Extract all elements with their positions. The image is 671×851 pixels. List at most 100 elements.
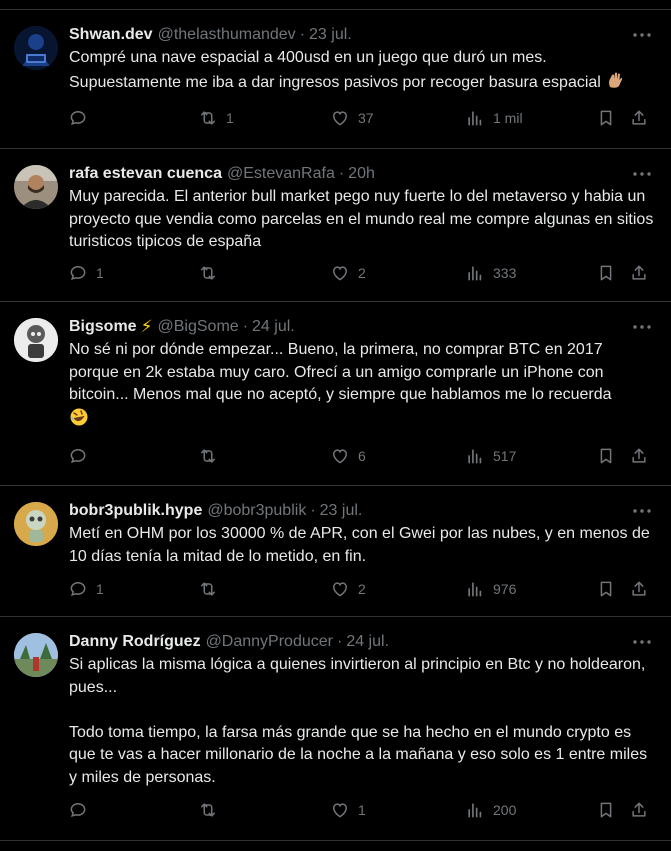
waving-hand-emoji-icon: [605, 70, 625, 98]
heart-icon: [332, 582, 348, 597]
retweet-button[interactable]: 1: [198, 107, 234, 129]
avatar-character-image: [14, 318, 58, 362]
avatar[interactable]: [14, 502, 58, 546]
user-handle[interactable]: @bobr3publik: [207, 500, 306, 522]
tweet-text-content: Compré una nave espacial a 400usd en un …: [69, 49, 601, 91]
like-count: 2: [358, 265, 366, 281]
views-button[interactable]: 517: [465, 445, 516, 467]
avatar[interactable]: [14, 318, 58, 362]
like-button[interactable]: 37: [330, 107, 374, 129]
views-chart-icon: [468, 266, 482, 281]
like-count: 6: [358, 448, 366, 464]
more-options-icon[interactable]: [633, 639, 651, 645]
reply-feed: Shwan.dev @thelasthumandev · 23 jul. Com…: [0, 9, 671, 841]
like-count: 1: [358, 802, 366, 818]
share-button[interactable]: [629, 799, 649, 821]
retweet-button[interactable]: [198, 262, 226, 284]
like-count: 2: [358, 581, 366, 597]
bookmark-button[interactable]: [596, 445, 616, 467]
avatar[interactable]: [14, 165, 58, 209]
avatar[interactable]: [14, 26, 58, 70]
avatar-man-photo-image: [14, 165, 58, 209]
reply-icon: [70, 581, 86, 596]
user-handle[interactable]: @BigSome: [158, 316, 239, 338]
view-count: 517: [493, 448, 517, 464]
bookmark-icon: [600, 110, 612, 126]
retweet-button[interactable]: [198, 445, 226, 467]
rolling-laughing-emoji-icon: [69, 407, 89, 435]
views-chart-icon: [468, 582, 482, 597]
bookmark-icon: [600, 581, 612, 597]
views-button[interactable]: 976: [465, 578, 516, 600]
avatar-cartoon-image: [14, 502, 58, 546]
like-button[interactable]: 2: [330, 262, 366, 284]
timestamp[interactable]: 24 jul.: [346, 631, 389, 653]
view-count: 1 mil: [493, 110, 523, 126]
lightning-badge-icon: ⚡: [140, 317, 153, 336]
share-icon: [632, 110, 646, 125]
more-options-icon[interactable]: [633, 32, 651, 38]
user-handle[interactable]: @DannyProducer: [206, 631, 333, 653]
view-count: 200: [493, 802, 517, 818]
bookmark-button[interactable]: [596, 799, 616, 821]
user-handle[interactable]: @thelasthumandev: [158, 24, 296, 46]
tweet[interactable]: rafa estevan cuenca @EstevanRafa · 20h M…: [0, 149, 671, 302]
display-name[interactable]: bobr3publik.hype: [69, 500, 202, 522]
retweet-button[interactable]: [198, 578, 226, 600]
tweet-text: No sé ni por dónde empezar... Bueno, la …: [69, 339, 655, 434]
bookmark-button[interactable]: [596, 578, 616, 600]
tweet-text: Si aplicas la misma lógica a quienes inv…: [69, 656, 648, 786]
user-handle[interactable]: @EstevanRafa: [227, 163, 335, 185]
display-name[interactable]: Danny Rodríguez: [69, 631, 201, 653]
tweet[interactable]: bobr3publik.hype @bobr3publik · 23 jul. …: [0, 486, 671, 617]
reply-button[interactable]: 1: [68, 262, 104, 284]
share-icon: [632, 581, 646, 596]
bookmark-icon: [600, 448, 612, 464]
heart-icon: [332, 266, 348, 281]
like-button[interactable]: 2: [330, 578, 366, 600]
tweet[interactable]: Shwan.dev @thelasthumandev · 23 jul. Com…: [0, 9, 671, 149]
avatar[interactable]: [14, 633, 58, 677]
share-button[interactable]: [629, 107, 649, 129]
reply-count: 1: [96, 581, 104, 597]
more-options-icon[interactable]: [633, 324, 651, 330]
timestamp[interactable]: 23 jul.: [320, 500, 363, 522]
display-name[interactable]: Shwan.dev: [69, 24, 153, 46]
like-button[interactable]: 6: [330, 445, 366, 467]
more-options-icon[interactable]: [633, 508, 651, 514]
views-button[interactable]: 1 mil: [465, 107, 523, 129]
reply-button[interactable]: [68, 107, 96, 129]
like-button[interactable]: 1: [330, 799, 366, 821]
retweet-button[interactable]: [198, 799, 226, 821]
timestamp[interactable]: 23 jul.: [309, 24, 352, 46]
share-button[interactable]: [629, 445, 649, 467]
retweet-icon: [201, 582, 215, 596]
heart-icon: [332, 111, 348, 126]
display-name[interactable]: rafa estevan cuenca: [69, 163, 222, 185]
share-button[interactable]: [629, 578, 649, 600]
share-icon: [632, 448, 646, 463]
view-count: 333: [493, 265, 517, 281]
bookmark-button[interactable]: [596, 107, 616, 129]
timestamp[interactable]: 20h: [348, 163, 375, 185]
avatar-landscape-image: [14, 633, 58, 677]
timestamp[interactable]: 24 jul.: [252, 316, 295, 338]
share-button[interactable]: [629, 262, 649, 284]
retweet-count: 1: [226, 110, 234, 126]
views-button[interactable]: 333: [465, 262, 516, 284]
more-options-icon[interactable]: [633, 171, 651, 177]
reply-button[interactable]: [68, 799, 96, 821]
reply-button[interactable]: [68, 445, 96, 467]
bookmark-button[interactable]: [596, 262, 616, 284]
bookmark-icon: [600, 802, 612, 818]
reply-button[interactable]: 1: [68, 578, 104, 600]
reply-icon: [70, 265, 86, 280]
tweet[interactable]: Bigsome ⚡ @BigSome · 24 jul. No sé ni po…: [0, 302, 671, 486]
views-chart-icon: [468, 449, 482, 464]
tweet-text: Compré una nave espacial a 400usd en un …: [69, 47, 655, 97]
tweet[interactable]: Danny Rodríguez @DannyProducer · 24 jul.…: [0, 617, 671, 841]
display-name[interactable]: Bigsome: [69, 316, 137, 338]
tweet-text-content: No sé ni por dónde empezar... Bueno, la …: [69, 341, 612, 403]
views-button[interactable]: 200: [465, 799, 516, 821]
like-count: 37: [358, 110, 374, 126]
